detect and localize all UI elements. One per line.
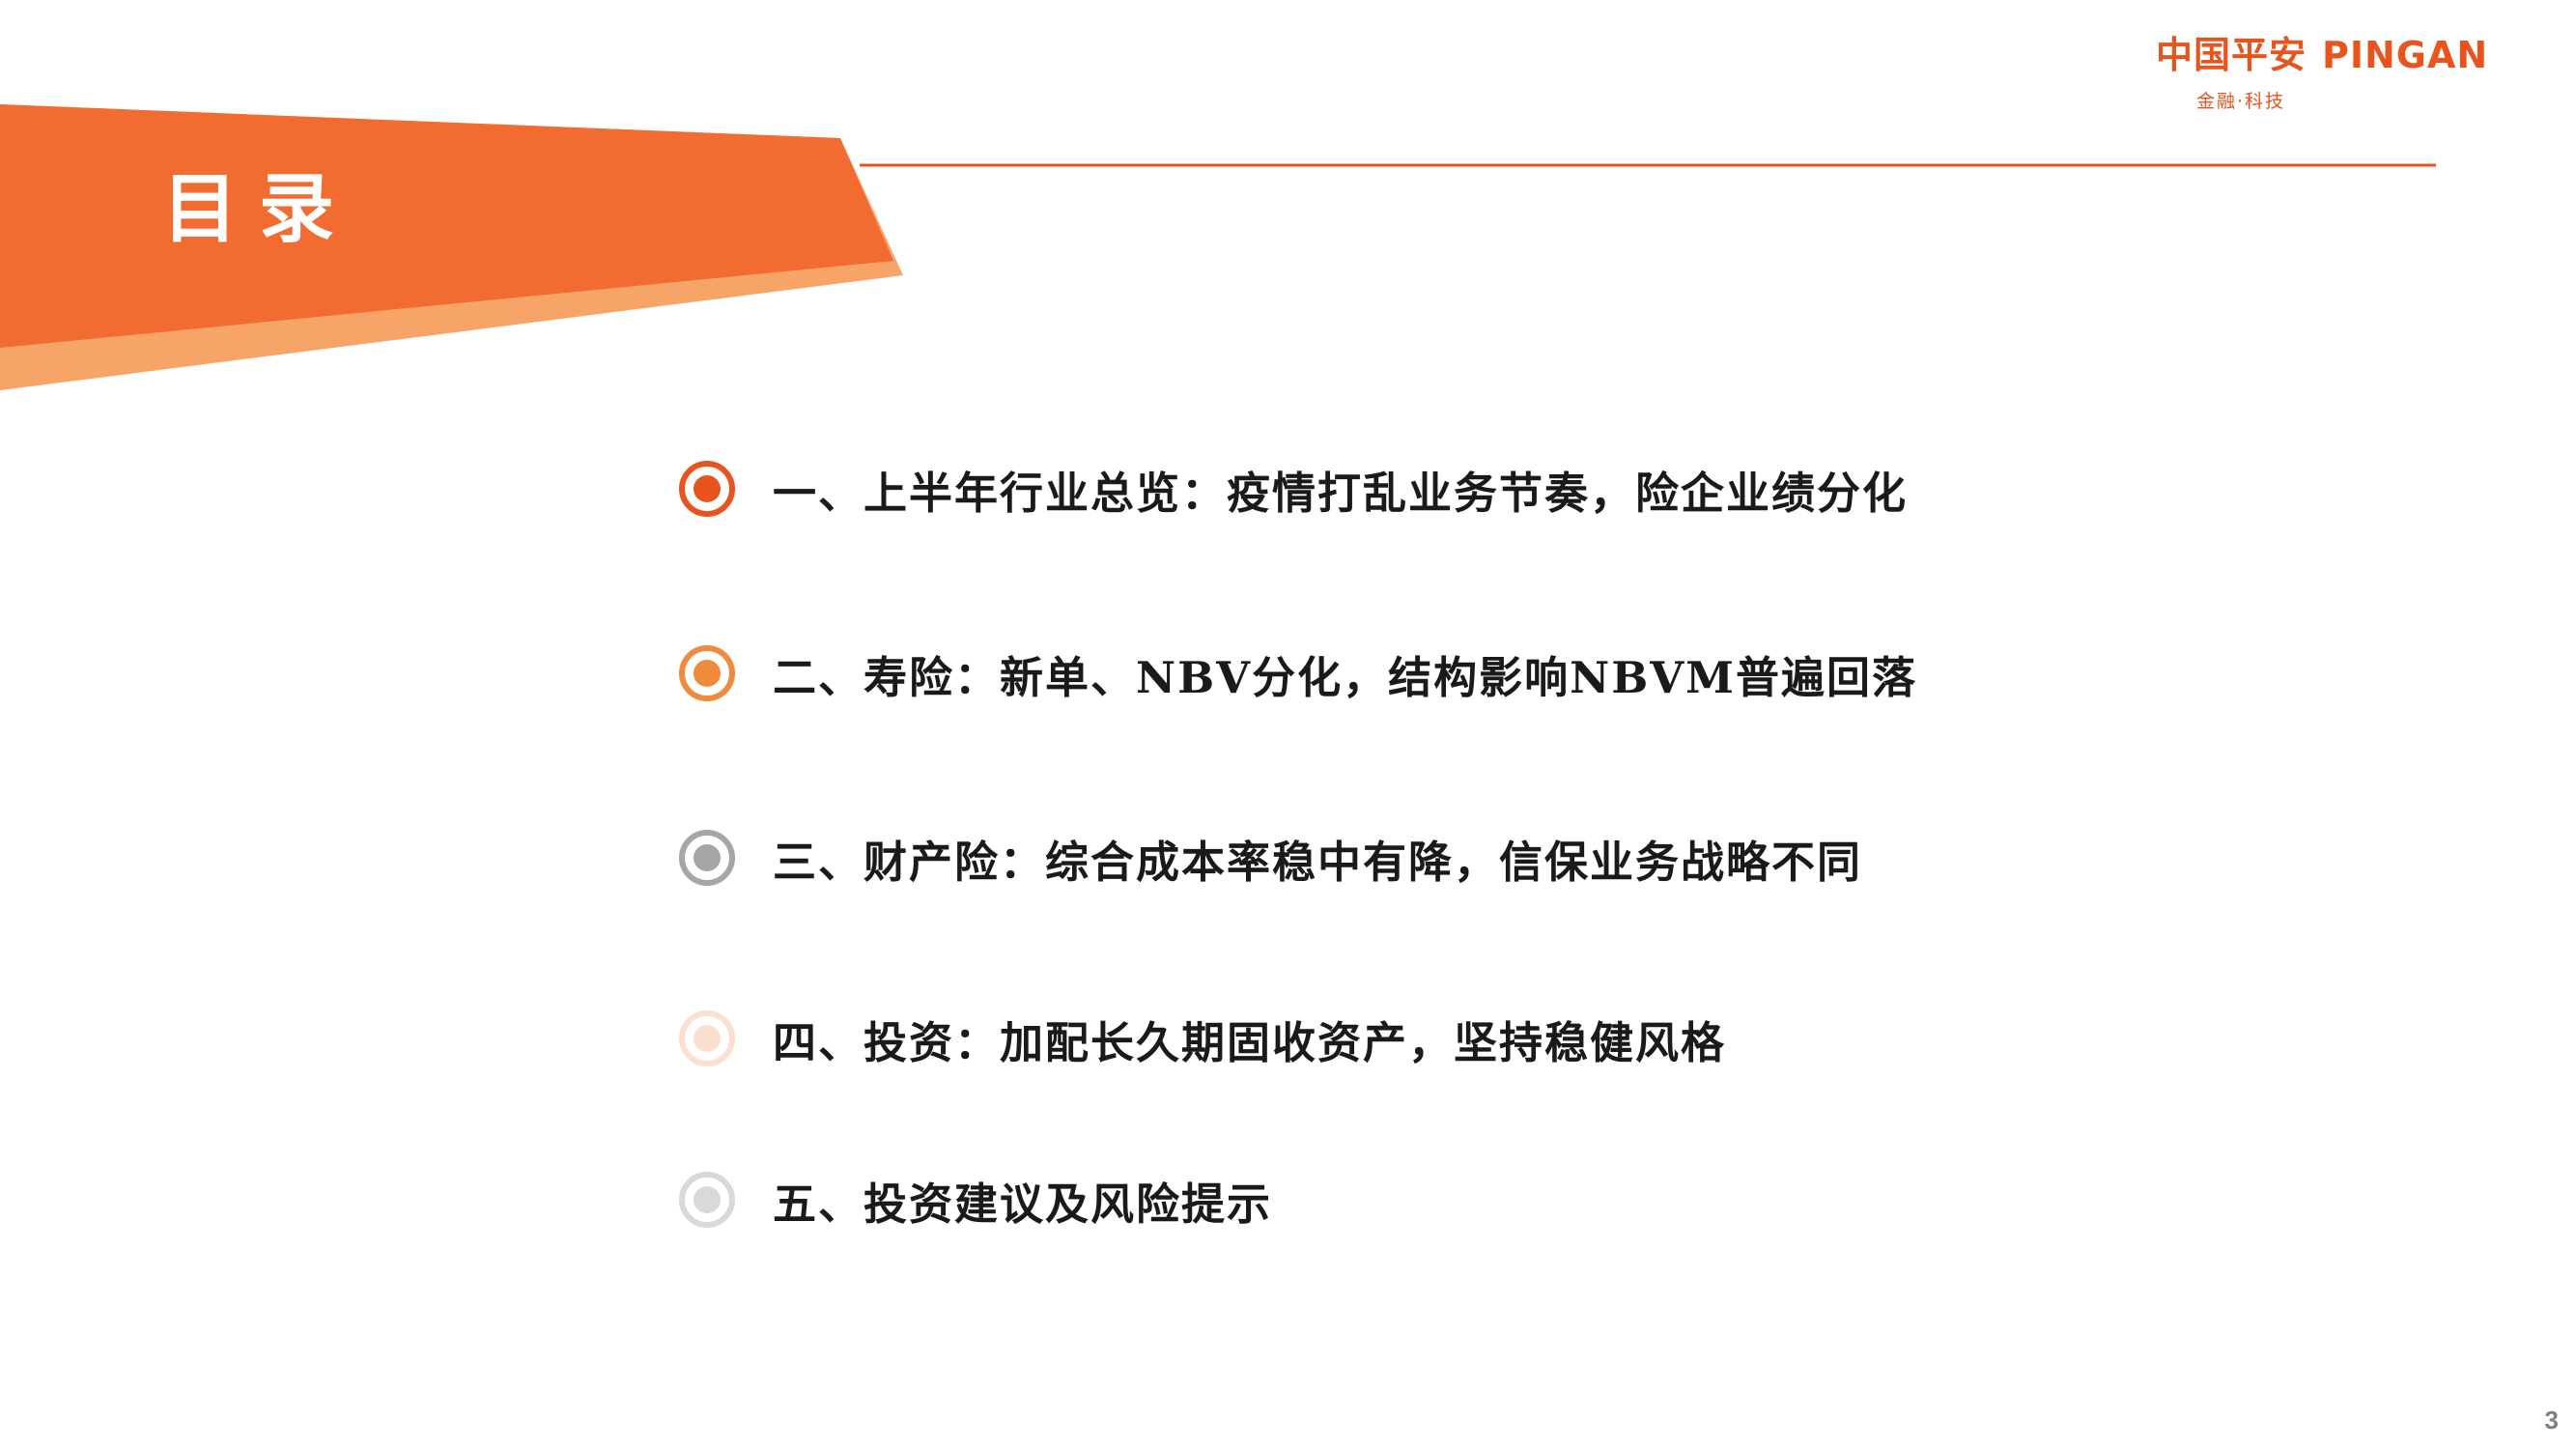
bullet-ring-icon bbox=[679, 1172, 735, 1228]
toc-item-3[interactable]: 三、财产险：综合成本率稳中有降，信保业务战略不同 bbox=[676, 827, 1862, 889]
toc-item-label: 五、投资建议及风险提示 bbox=[773, 1178, 1273, 1230]
ping-an-logo: 中国平安 PINGAN 金融·科技 bbox=[2156, 37, 2552, 114]
toc-item-1[interactable]: 一、上半年行业总览：疫情打乱业务节奏，险企业绩分化 bbox=[676, 458, 1908, 520]
bullet-ring-icon bbox=[679, 1010, 735, 1066]
toc-item-4[interactable]: 四、投资：加配长久期固收资产，坚持稳健风格 bbox=[676, 1008, 1726, 1069]
bullet-ring-icon bbox=[679, 830, 735, 886]
bullet-ring-icon bbox=[679, 461, 735, 517]
toc-item-2[interactable]: 二、寿险：新单、NBV分化，结构影响NBVM普遍回落 bbox=[676, 642, 1917, 704]
logo-english-text: PINGAN bbox=[2322, 34, 2489, 76]
toc-item-label: 三、财产险：综合成本率稳中有降，信保业务战略不同 bbox=[773, 836, 1863, 888]
page-number: 3 bbox=[2544, 1406, 2559, 1435]
bullet-ring-icon bbox=[679, 645, 735, 701]
logo-chinese-text: 中国平安 bbox=[2156, 34, 2307, 76]
logo-tagline: 金融·科技 bbox=[2196, 91, 2286, 112]
toc-item-label: 二、寿险：新单、NBV分化，结构影响NBVM普遍回落 bbox=[773, 651, 1917, 703]
table-of-contents: 一、上半年行业总览：疫情打乱业务节奏，险企业绩分化 二、寿险：新单、NBV分化，… bbox=[676, 0, 2125, 1449]
logo-wordmark: 中国平安 PINGAN bbox=[2156, 37, 2488, 73]
toc-item-label: 一、上半年行业总览：疫情打乱业务节奏，险企业绩分化 bbox=[773, 467, 1909, 519]
toc-item-5[interactable]: 五、投资建议及风险提示 bbox=[676, 1169, 1272, 1231]
page-title: 目录 bbox=[162, 165, 356, 253]
toc-item-label: 四、投资：加配长久期固收资产，坚持稳健风格 bbox=[773, 1016, 1727, 1068]
